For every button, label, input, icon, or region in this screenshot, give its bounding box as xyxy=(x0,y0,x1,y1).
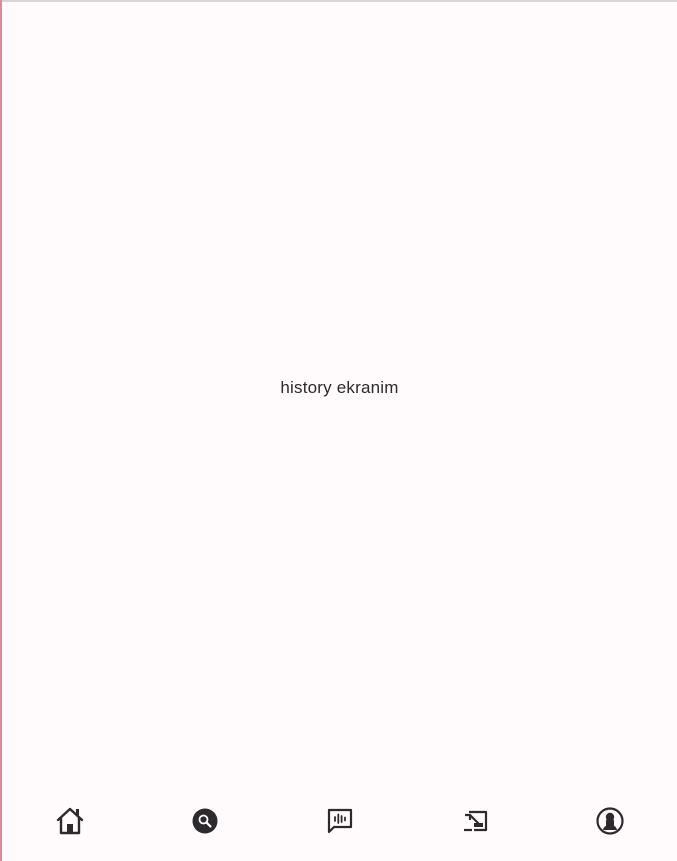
search-icon xyxy=(191,807,219,835)
history-placeholder-text: history ekranim xyxy=(280,377,399,397)
history-icon xyxy=(460,806,490,836)
account-icon xyxy=(595,806,625,836)
app-screen: history ekranim xyxy=(0,0,677,861)
nav-search[interactable] xyxy=(155,791,255,851)
nav-voice-chat[interactable] xyxy=(290,791,390,851)
nav-home[interactable] xyxy=(20,791,120,851)
bottom-navigation-bar xyxy=(2,781,677,861)
nav-profile[interactable] xyxy=(560,791,660,851)
nav-history[interactable] xyxy=(425,791,525,851)
history-screen-content: history ekranim xyxy=(2,2,677,781)
home-icon xyxy=(54,805,86,837)
voice-chat-icon xyxy=(325,806,355,836)
